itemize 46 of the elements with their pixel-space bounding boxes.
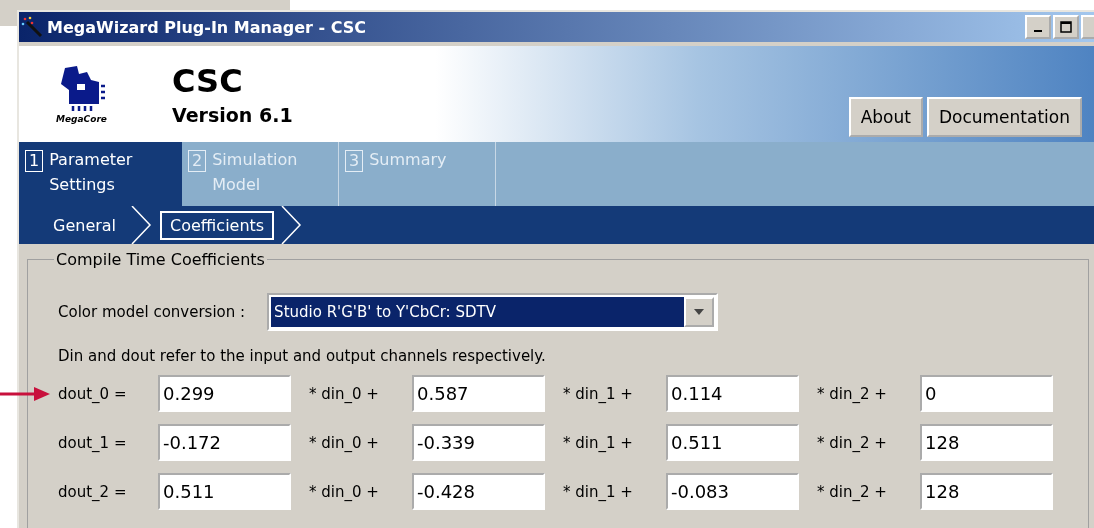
operator-label: * din_1 + (562, 384, 634, 403)
operator-label: * din_1 + (562, 433, 634, 452)
coefficient-field[interactable]: 128 (920, 424, 1053, 461)
header-button[interactable]: Documentation (926, 97, 1082, 137)
chevron-icon (280, 206, 303, 244)
operator-label: * din_1 + (562, 482, 634, 501)
logo-caption: MegaCore (56, 114, 107, 124)
breadcrumb-step[interactable]: Coefficients (160, 210, 275, 240)
chevron-icon (130, 206, 153, 244)
product-title: CSC (172, 62, 244, 100)
minimize-icon (1034, 30, 1042, 32)
group-title: Compile Time Coefficients (55, 250, 266, 269)
window-title: MegaWizard Plug-In Manager - CSC (47, 17, 366, 37)
note-text: Din and dout refer to the input and output channels respectively. (58, 347, 547, 365)
output-label: dout_0 = (58, 384, 128, 403)
coefficient-field[interactable]: -0.083 (666, 473, 799, 510)
conversion-dropdown[interactable]: Studio R'G'B' to Y'CbCr: SDTV (267, 293, 719, 331)
coefficient-field[interactable]: 0.511 (666, 424, 799, 461)
conversion-label: Color model conversion : (58, 303, 246, 321)
operator-label: * din_0 + (308, 433, 380, 452)
breadcrumb-step[interactable]: General (45, 212, 125, 238)
operator-label: * din_2 + (816, 433, 888, 452)
coefficient-field[interactable]: 0.114 (666, 375, 799, 412)
operator-label: * din_0 + (308, 384, 380, 403)
coefficient-field[interactable]: 0.511 (158, 473, 291, 510)
coefficient-field[interactable]: -0.339 (412, 424, 545, 461)
coefficient-field[interactable]: 0.587 (412, 375, 545, 412)
operator-label: * din_2 + (816, 482, 888, 501)
coefficient-field[interactable]: -0.428 (412, 473, 545, 510)
output-label: dout_2 = (58, 482, 128, 501)
maximize-icon (1060, 21, 1072, 33)
coefficient-field[interactable]: -0.172 (158, 424, 291, 461)
wizard-tab[interactable]: 1 Parameter Settings (19, 142, 182, 206)
minimize-button[interactable] (1025, 15, 1051, 39)
operator-label: * din_2 + (816, 384, 888, 403)
operator-label: * din_0 + (308, 482, 380, 501)
maximize-button[interactable] (1053, 15, 1079, 39)
coefficient-field[interactable]: 0.299 (158, 375, 291, 412)
version-label: Version 6.1 (172, 104, 293, 126)
arrow-icon (0, 387, 50, 401)
header-button[interactable]: About (848, 97, 923, 137)
output-label: dout_1 = (58, 433, 128, 452)
caret-icon (694, 309, 705, 315)
wand-icon (21, 16, 43, 38)
coefficient-field[interactable]: 0 (920, 375, 1053, 412)
coefficient-field[interactable]: 128 (920, 473, 1053, 510)
